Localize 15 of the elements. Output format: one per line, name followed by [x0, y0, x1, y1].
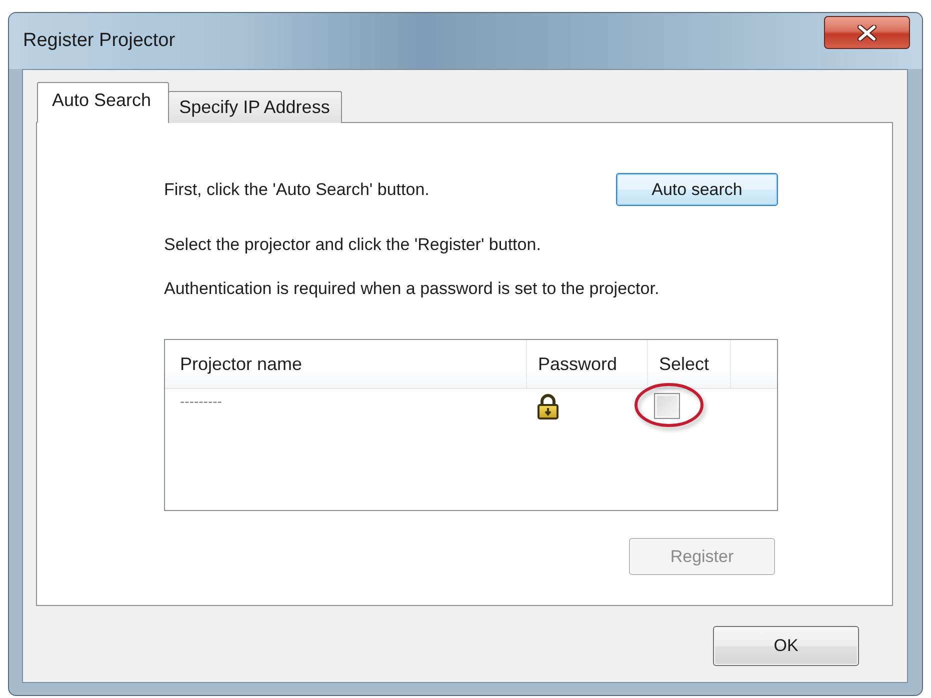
instruction-text: Select the projector and click the 'Register' button.	[164, 234, 542, 256]
ok-button[interactable]: OK	[713, 626, 859, 666]
window-title: Register Projector	[23, 30, 176, 52]
close-button[interactable]	[824, 16, 910, 49]
column-header[interactable]: Password	[527, 340, 648, 388]
tab[interactable]: Auto Search	[37, 82, 170, 123]
checkbox[interactable]	[654, 393, 680, 419]
auto-search-button[interactable]: Auto search	[616, 173, 778, 206]
projector-name-cell-text: ---------	[179, 392, 223, 409]
instruction-text: Authentication is required when a password is set to the projector.	[164, 278, 660, 300]
instruction-text: First, click the 'Auto Search' button.	[164, 178, 430, 200]
column-header[interactable]: Projector name	[165, 340, 527, 388]
tab[interactable]: Specify IP Address	[168, 91, 342, 123]
column-header[interactable]: Select	[648, 340, 731, 388]
close-icon	[857, 24, 877, 40]
